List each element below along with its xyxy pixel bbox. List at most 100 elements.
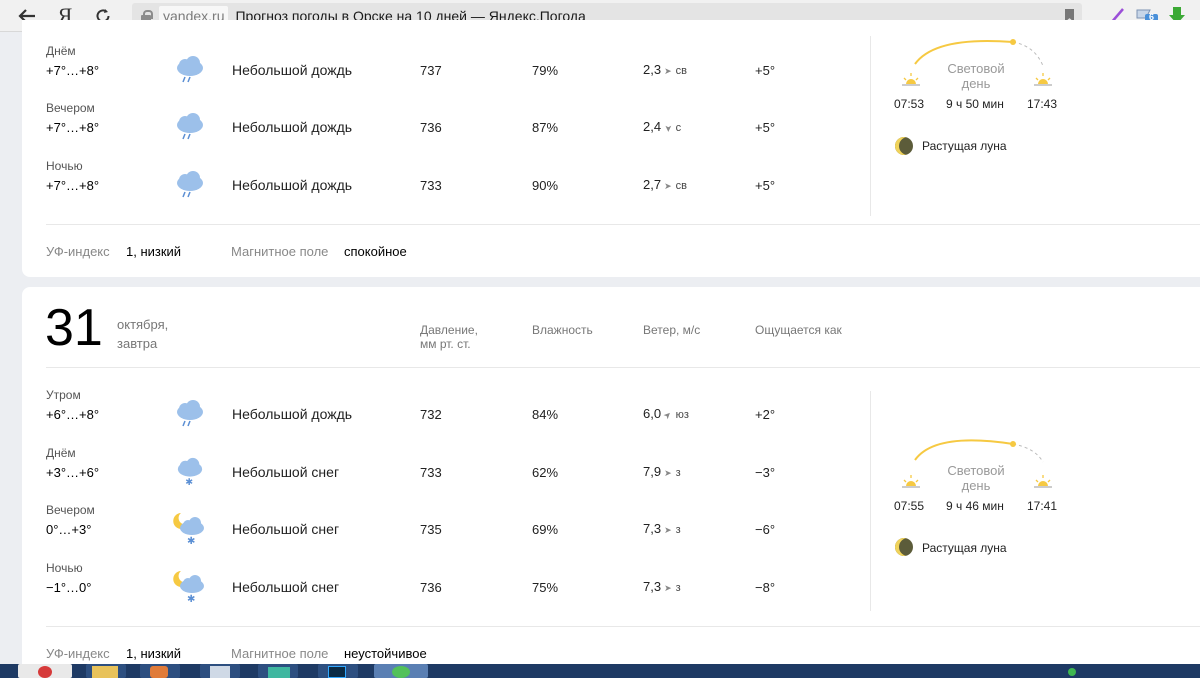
divider (870, 36, 871, 216)
divider (46, 626, 1200, 627)
feels-like-header: Ощущается как (755, 323, 842, 337)
daylight-label-line1: Световой (947, 61, 1005, 76)
pressure-header-line2: мм рт. ст. (420, 337, 471, 351)
wind-direction-arrow-icon: ➤ (661, 408, 674, 422)
wind-info: 7,9 ➤ з (643, 463, 681, 481)
wind-speed: 2,3 (643, 62, 662, 77)
pressure-value: 736 (420, 120, 442, 135)
wind-speed: 7,3 (643, 521, 662, 536)
wind-direction-arrow-icon: ➤ (664, 468, 672, 478)
rain-cloud-icon (177, 113, 203, 140)
weekday-label: завтра (117, 336, 158, 351)
pressure-header-line1: Давление, (420, 323, 478, 337)
daylight-label-line2: день (961, 76, 991, 91)
taskbar-app-close-icon[interactable] (18, 664, 72, 678)
pressure-value: 733 (420, 465, 442, 480)
weather-condition: Небольшой дождь (232, 119, 353, 135)
taskbar-photoshop-icon[interactable] (318, 664, 358, 678)
feels-like-value: −8° (755, 580, 776, 595)
period-label: Днём (46, 446, 76, 460)
taskbar-app-icon[interactable] (258, 664, 298, 678)
wind-info: 2,4 ➤ с (643, 118, 681, 136)
magnetic-field-label: Магнитное поле (231, 244, 329, 259)
month-label: октября, (117, 317, 169, 332)
moon-cloud-snow-icon: ✱ (173, 571, 204, 603)
humidity-header: Влажность (532, 323, 593, 337)
wind-direction: з (675, 524, 681, 536)
wind-info: 7,3 ➤ з (643, 578, 681, 596)
taskbar-folder-icon[interactable] (86, 664, 126, 678)
temperature-range: 0°…+3° (46, 522, 92, 537)
moon-cloud-snow-icon: ✱ (173, 513, 204, 545)
taskbar (0, 664, 1200, 678)
feels-like-value: −6° (755, 522, 776, 537)
moon-phase-label: Растущая луна (922, 541, 1007, 555)
feels-like-value: +5° (755, 120, 776, 135)
divider (870, 391, 871, 611)
wind-info: 2,7 ➤ св (643, 176, 687, 194)
weather-condition: Небольшой дождь (232, 177, 353, 193)
temperature-range: −1°…0° (46, 580, 92, 595)
taskbar-app-icon[interactable] (140, 664, 180, 678)
sunset-icon (1034, 72, 1052, 91)
feels-like-value: +2° (755, 407, 776, 422)
rain-cloud-icon (177, 400, 203, 427)
wind-direction-arrow-icon: ➤ (664, 525, 672, 535)
sunset-icon (1034, 474, 1052, 493)
pressure-header: Давление, мм рт. ст. (420, 323, 478, 351)
svg-text:✱: ✱ (185, 477, 193, 485)
magnetic-field-value: неустойчивое (344, 646, 427, 661)
uv-index-value: 1, низкий (126, 244, 182, 259)
wind-info: 6,0➤ юз (643, 405, 689, 423)
period-label: Ночью (46, 159, 83, 173)
svg-text:✱: ✱ (187, 536, 195, 545)
period-label: Вечером (46, 101, 95, 115)
wind-direction-arrow-icon: ➤ (664, 181, 672, 191)
wind-header: Ветер, м/с (643, 323, 701, 337)
weather-condition: Небольшой снег (232, 579, 340, 595)
divider (46, 224, 1200, 225)
daylight-duration: 9 ч 50 мин (946, 97, 1004, 111)
taskbar-app-icon[interactable] (374, 664, 428, 678)
magnetic-field-label: Магнитное поле (231, 646, 329, 661)
weather-condition: Небольшой снег (232, 464, 340, 480)
uv-index-label: УФ-индекс (46, 646, 110, 661)
svg-text:✱: ✱ (187, 594, 195, 603)
feels-like-value: +5° (755, 63, 776, 78)
temperature-range: +7°…+8° (46, 63, 100, 78)
period-label: Ночью (46, 561, 83, 575)
wind-speed: 2,4 (643, 119, 662, 134)
snow-cloud-icon: ✱ (177, 457, 203, 485)
date-caption: октября, завтра (117, 315, 168, 353)
wind-info: 7,3 ➤ з (643, 520, 681, 538)
wind-speed: 7,9 (643, 464, 662, 479)
temperature-range: +7°…+8° (46, 120, 100, 135)
day-number: 31 (45, 299, 103, 357)
wind-direction: з (675, 467, 681, 479)
wind-speed: 6,0 (643, 406, 662, 421)
sunrise-time: 07:55 (894, 499, 925, 513)
period-label: Вечером (46, 503, 95, 517)
taskbar-window-icon[interactable] (200, 664, 240, 678)
pressure-value: 733 (420, 178, 442, 193)
sunset-time: 17:43 (1027, 97, 1058, 111)
sunrise-icon (902, 72, 920, 91)
sunset-time: 17:41 (1027, 499, 1058, 513)
daylight-label-line1: Световой (947, 463, 1005, 478)
temperature-range: +6°…+8° (46, 407, 100, 422)
rain-cloud-icon (177, 56, 203, 83)
wind-direction: з (675, 582, 681, 594)
daylight-duration: 9 ч 46 мин (946, 499, 1004, 513)
wind-direction-arrow-icon: ➤ (663, 124, 674, 133)
uv-index-label: УФ-индекс (46, 244, 110, 259)
uv-index-value: 1, низкий (126, 646, 182, 661)
pressure-value: 737 (420, 63, 442, 78)
wind-speed: 7,3 (643, 579, 662, 594)
pressure-value: 735 (420, 522, 442, 537)
wind-direction: св (675, 65, 687, 77)
humidity-value: 90% (532, 178, 559, 193)
rain-cloud-icon (177, 171, 203, 198)
system-tray[interactable] (1062, 664, 1200, 678)
wind-direction: св (675, 180, 687, 192)
period-label: Днём (46, 44, 76, 58)
